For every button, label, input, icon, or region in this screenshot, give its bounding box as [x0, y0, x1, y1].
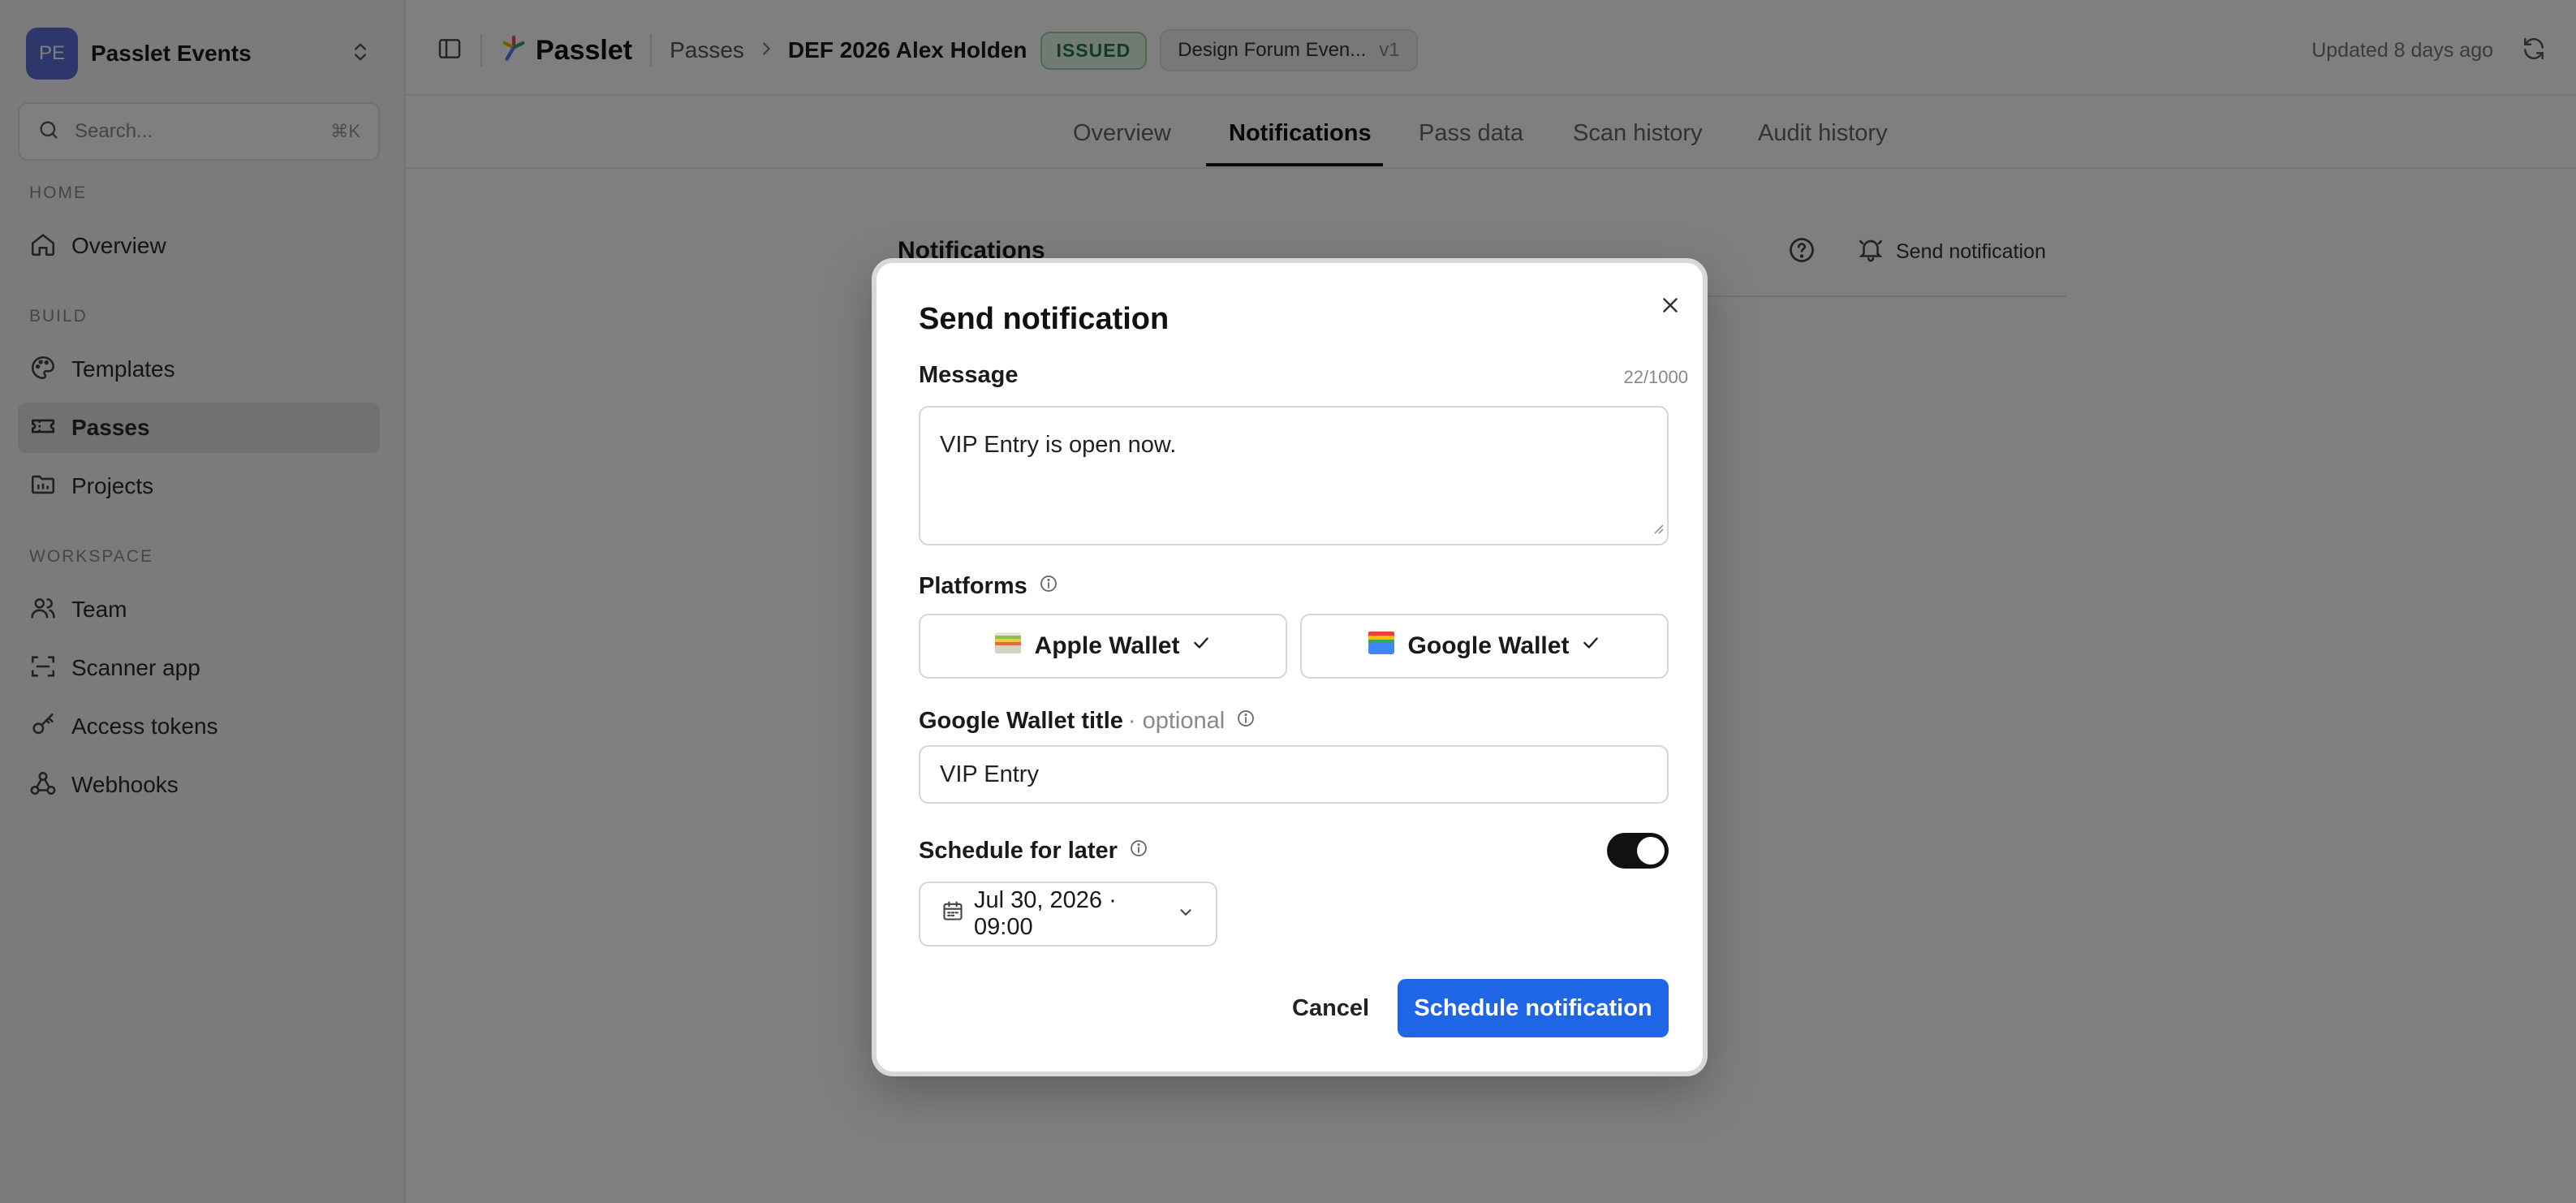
- platform-apple-wallet[interactable]: Apple Wallet: [919, 614, 1287, 679]
- platforms-label: Platforms: [919, 573, 1027, 599]
- info-icon[interactable]: [1039, 573, 1058, 600]
- chevron-down-icon: [1177, 901, 1195, 928]
- google-title-label: Google Wallet title: [919, 708, 1123, 734]
- close-icon: [1658, 293, 1682, 321]
- message-label: Message: [919, 362, 1019, 388]
- platforms-label-row: Platforms: [919, 573, 1058, 600]
- schedule-label-row: Schedule for later: [919, 838, 1148, 865]
- google-wallet-icon: [1368, 631, 1395, 662]
- cancel-button[interactable]: Cancel: [1273, 979, 1389, 1037]
- platform-label: Google Wallet: [1407, 632, 1570, 659]
- apple-wallet-icon: [994, 631, 1022, 662]
- schedule-datetime-value: Jul 30, 2026 · 09:00: [974, 887, 1117, 940]
- schedule-toggle[interactable]: [1607, 833, 1669, 869]
- optional-hint: · optional: [1127, 708, 1226, 734]
- schedule-label: Schedule for later: [919, 838, 1118, 864]
- calendar-icon: [941, 899, 964, 929]
- resize-handle-icon[interactable]: [1651, 514, 1664, 541]
- google-wallet-title-input[interactable]: VIP Entry: [919, 745, 1669, 804]
- google-title-label-row: Google Wallet title · optional: [919, 708, 1256, 735]
- message-textarea[interactable]: VIP Entry is open now.: [919, 406, 1669, 545]
- check-icon: [1191, 632, 1212, 660]
- dialog-title: Send notification: [919, 302, 1170, 336]
- google-title-value: VIP Entry: [940, 761, 1039, 787]
- send-notification-dialog: Send notification Message 22/1000 VIP En…: [872, 258, 1708, 1076]
- check-icon: [1580, 632, 1601, 660]
- schedule-datetime-picker[interactable]: Jul 30, 2026 · 09:00: [919, 882, 1217, 946]
- platform-label: Apple Wallet: [1034, 632, 1180, 659]
- info-icon[interactable]: [1129, 838, 1148, 865]
- info-icon[interactable]: [1236, 708, 1256, 735]
- close-button[interactable]: [1651, 287, 1690, 326]
- platform-google-wallet[interactable]: Google Wallet: [1300, 614, 1669, 679]
- toggle-knob: [1637, 837, 1665, 865]
- character-counter: 22/1000: [1623, 367, 1688, 387]
- schedule-notification-button[interactable]: Schedule notification: [1398, 979, 1669, 1037]
- message-value: VIP Entry is open now.: [940, 432, 1177, 458]
